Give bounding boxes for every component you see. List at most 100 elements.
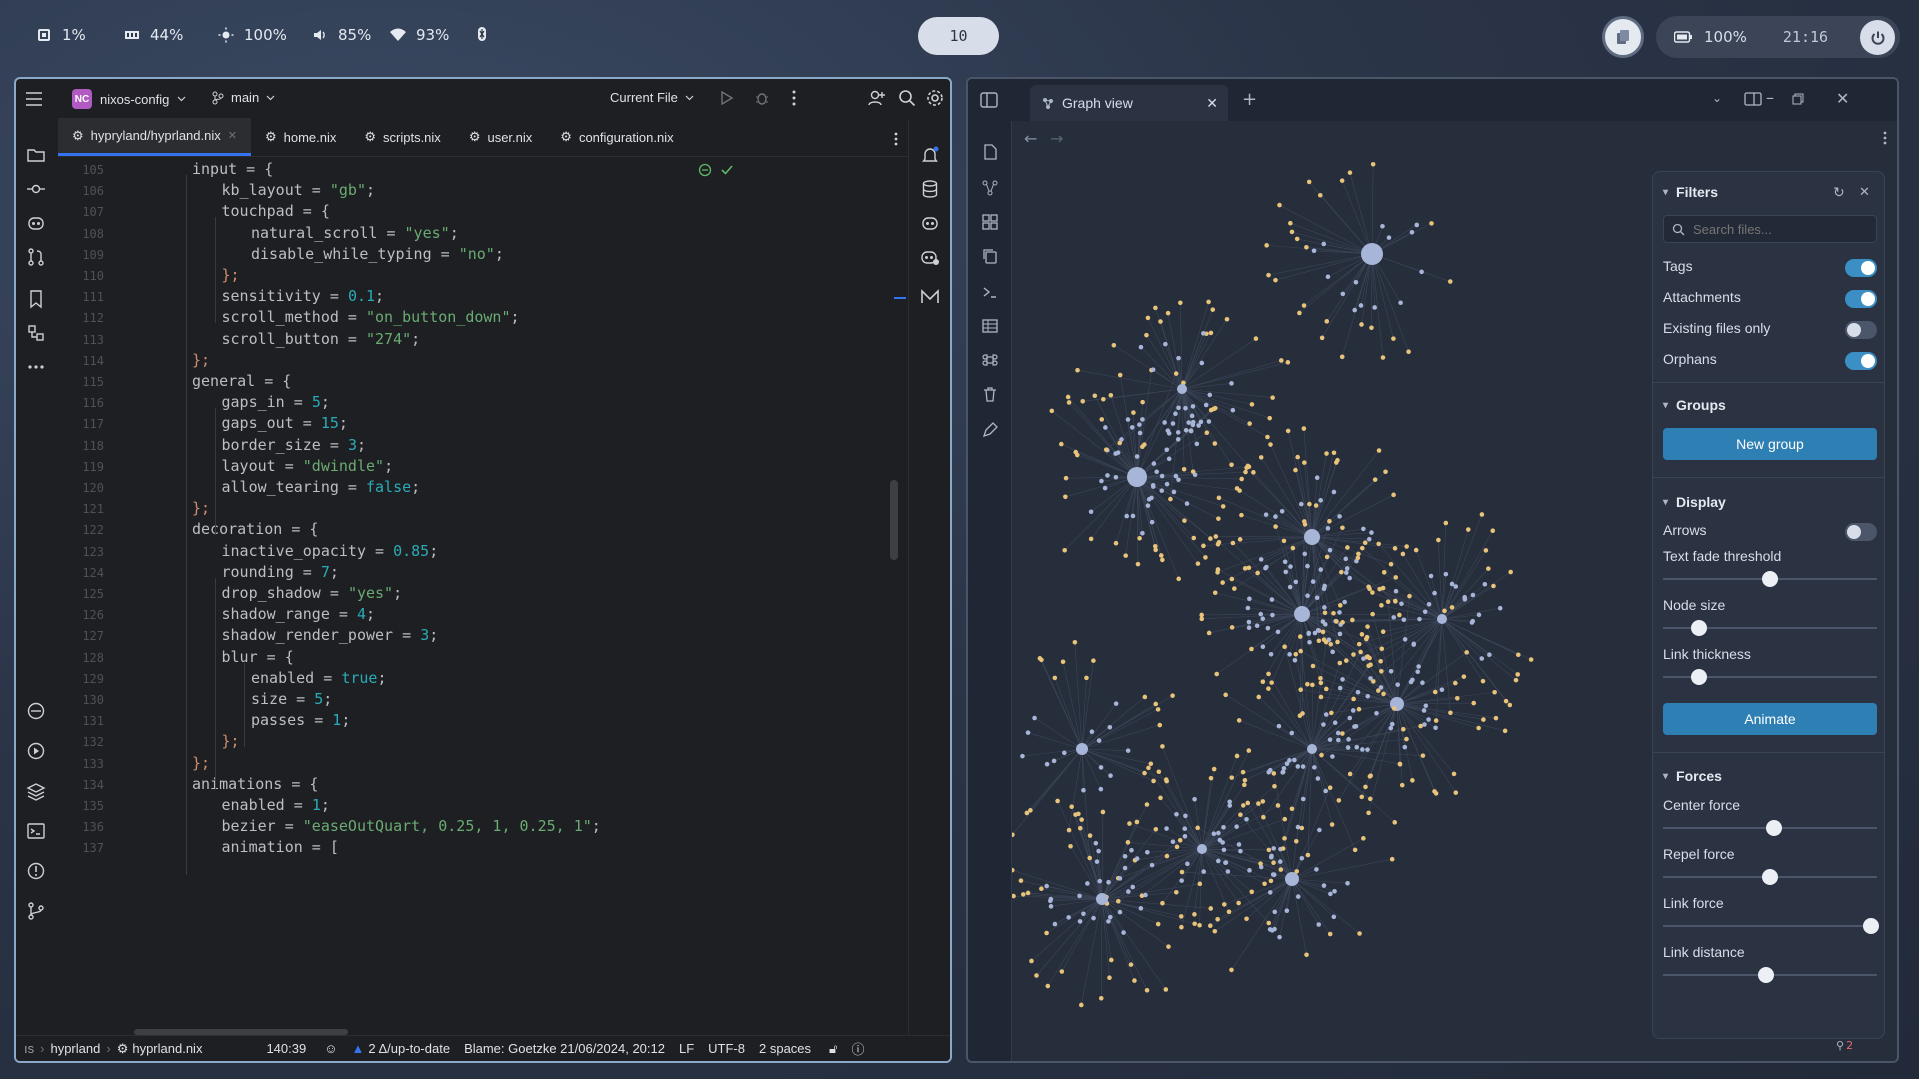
graph-node[interactable] (1443, 571, 1449, 577)
graph-node[interactable] (1483, 548, 1489, 553)
graph-node[interactable] (1337, 514, 1342, 519)
graph-node[interactable] (1018, 878, 1024, 883)
ai-assistant-icon[interactable] (920, 247, 940, 267)
graph-node[interactable] (1324, 554, 1330, 560)
graph-node[interactable] (1279, 508, 1285, 514)
graph-node[interactable] (1238, 812, 1243, 817)
graph-node[interactable] (1174, 812, 1179, 817)
graph-node[interactable] (1310, 663, 1316, 669)
graph-node[interactable] (1350, 617, 1355, 623)
graph-node[interactable] (1432, 689, 1438, 695)
graph-node[interactable] (1099, 478, 1104, 484)
graph-node[interactable] (1258, 557, 1264, 562)
graph-node[interactable] (1365, 624, 1370, 629)
graph-node[interactable] (1319, 752, 1324, 758)
line-ending[interactable]: LF (679, 1041, 694, 1056)
graph-node[interactable] (1395, 682, 1400, 687)
graph-node[interactable] (1293, 579, 1299, 585)
graph-node[interactable] (1236, 718, 1242, 723)
graph-node[interactable] (1293, 467, 1298, 473)
code-line[interactable]: animations = { (192, 775, 318, 793)
graph-node[interactable] (1392, 820, 1398, 825)
graph-node[interactable] (1216, 495, 1222, 501)
graph-node[interactable] (1491, 583, 1496, 589)
graph-node[interactable] (1175, 430, 1181, 435)
lock-icon[interactable]: 🔓︎ (829, 1041, 837, 1057)
graph-node[interactable] (1340, 677, 1345, 682)
graph-node[interactable] (1414, 222, 1420, 228)
graph-node[interactable] (1369, 530, 1374, 535)
graph-node[interactable] (1196, 423, 1201, 428)
graph-node[interactable] (1186, 420, 1192, 425)
copilot-status-icon[interactable]: ☺ (324, 1041, 337, 1056)
graph-node[interactable] (1363, 784, 1368, 790)
graph-node[interactable] (1227, 803, 1233, 808)
slider-knob[interactable] (1757, 967, 1774, 983)
graph-node[interactable] (1318, 680, 1324, 686)
graph-node[interactable] (1370, 161, 1376, 167)
graph-node[interactable] (1416, 664, 1421, 669)
graph-node[interactable] (1052, 921, 1058, 927)
graph-node[interactable] (1260, 616, 1266, 622)
graph-node[interactable] (1164, 481, 1170, 487)
graph-node[interactable] (1242, 566, 1248, 571)
graph-node[interactable] (1091, 658, 1096, 663)
code-line[interactable]: layout = "dwindle"; (222, 457, 394, 475)
slider-knob[interactable] (1862, 918, 1879, 934)
graph-node[interactable] (1221, 824, 1226, 830)
layers-icon[interactable] (26, 781, 46, 801)
graph-node[interactable] (1099, 417, 1105, 422)
graph-node[interactable] (1315, 776, 1321, 781)
graph-node[interactable] (1330, 649, 1335, 655)
graph-node[interactable] (1464, 650, 1469, 655)
graph-node[interactable] (1258, 611, 1264, 617)
graph-node[interactable] (1190, 469, 1196, 474)
graph-node[interactable] (1157, 722, 1163, 728)
graph-node[interactable] (1173, 411, 1178, 417)
existing-files-toggle[interactable] (1845, 321, 1877, 339)
code-line[interactable]: kb_layout = "gb"; (222, 181, 376, 199)
graph-node[interactable] (1316, 638, 1322, 644)
graph-node[interactable] (1229, 381, 1234, 386)
graph-node[interactable] (1059, 441, 1064, 447)
graph-node[interactable] (1100, 809, 1106, 815)
graph-node[interactable] (1319, 335, 1325, 341)
graph-node[interactable] (1126, 889, 1131, 894)
code-line[interactable]: }; (192, 351, 210, 369)
graph-node[interactable] (1370, 611, 1375, 617)
graph-node[interactable] (1317, 827, 1322, 833)
graph-node[interactable] (1249, 402, 1255, 407)
graph-node[interactable] (1439, 687, 1445, 693)
graph-node[interactable] (1300, 796, 1306, 802)
graph-node[interactable] (1393, 575, 1399, 580)
graph-node[interactable] (1247, 596, 1252, 602)
graph-node[interactable] (1397, 612, 1402, 618)
graph-node[interactable] (1140, 417, 1145, 422)
main-menu-icon[interactable] (25, 91, 43, 111)
graph-node[interactable] (1426, 717, 1431, 722)
graph-node[interactable] (1366, 584, 1371, 590)
graph-node[interactable] (1376, 541, 1381, 547)
graph-node[interactable] (1409, 229, 1415, 235)
graph-node[interactable] (1321, 883, 1327, 888)
code-line[interactable]: inactive_opacity = 0.85; (222, 542, 439, 560)
graph-node[interactable] (1353, 724, 1359, 729)
graph-node[interactable] (1264, 243, 1269, 248)
graph-node[interactable] (1094, 859, 1100, 864)
graph-node[interactable] (1433, 718, 1439, 723)
editor-scrollbar[interactable] (890, 480, 898, 560)
graph-node[interactable] (1314, 475, 1320, 481)
graph-node[interactable] (1380, 223, 1385, 229)
graph-node[interactable] (1149, 862, 1155, 868)
graph-node[interactable] (1158, 319, 1163, 324)
graph-node[interactable] (1127, 821, 1132, 826)
graph-node[interactable] (1146, 497, 1152, 502)
code-line[interactable]: input = { (192, 160, 273, 178)
graph-node[interactable] (1313, 503, 1319, 508)
graph-node[interactable] (1413, 547, 1419, 553)
graph-node[interactable] (1256, 801, 1261, 806)
graph-node[interactable] (1263, 565, 1268, 571)
graph-node[interactable] (1299, 825, 1305, 831)
graph-node[interactable] (1137, 422, 1142, 427)
graph-node[interactable] (1039, 886, 1044, 892)
